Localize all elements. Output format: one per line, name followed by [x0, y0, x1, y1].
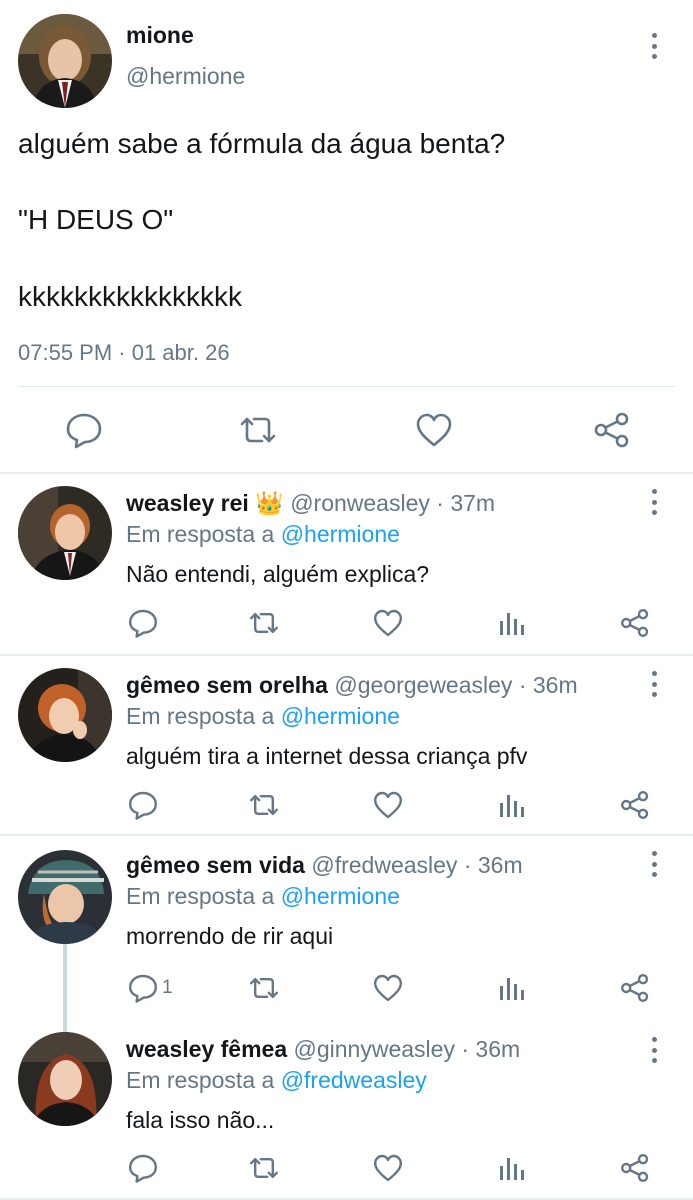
separator-dot: ·: [461, 1036, 470, 1062]
tweet-actions: [0, 400, 693, 464]
reply-text: alguém tira a internet dessa criança pfv: [126, 743, 528, 769]
share-icon[interactable]: [619, 972, 651, 1004]
more-options-icon[interactable]: [649, 671, 659, 697]
mention-link[interactable]: @fredweasley: [281, 1067, 427, 1093]
share-icon[interactable]: [619, 789, 651, 821]
mention-link[interactable]: @hermione: [281, 883, 400, 909]
retweet-icon[interactable]: [248, 972, 280, 1004]
retweet-icon[interactable]: [248, 1152, 280, 1184]
in-reply-label: Em resposta a: [126, 883, 275, 909]
user-handle[interactable]: @fredweasley: [311, 852, 457, 878]
separator-dot: ·: [518, 672, 527, 698]
analytics-icon[interactable]: [497, 789, 529, 821]
main-tweet: mione @hermione alguém sabe a fórmula da…: [0, 0, 693, 474]
reply-time[interactable]: 37m: [450, 490, 495, 516]
in-reply-label: Em resposta a: [126, 1067, 275, 1093]
tweet-text-line: kkkkkkkkkkkkkkkk: [18, 281, 242, 312]
user-handle[interactable]: @ginnyweasley: [294, 1036, 455, 1062]
like-icon[interactable]: [414, 410, 454, 450]
reply-icon[interactable]: [127, 1152, 159, 1184]
reply-icon[interactable]: [64, 410, 104, 450]
share-icon[interactable]: [619, 607, 651, 639]
analytics-icon[interactable]: [497, 1152, 529, 1184]
user-handle[interactable]: @georgeweasley: [334, 672, 512, 698]
retweet-icon[interactable]: [248, 789, 280, 821]
in-reply-label: Em resposta a: [126, 521, 275, 547]
reply-text: morrendo de rir aqui: [126, 923, 334, 949]
reply-icon[interactable]: [127, 972, 159, 1004]
reply-header: weasley rei 👑 @ronweasley · 37m: [126, 490, 495, 517]
tweet-text-line: "H DEUS O": [18, 204, 174, 235]
like-icon[interactable]: [372, 607, 404, 639]
crown-emoji: 👑: [255, 490, 284, 516]
avatar[interactable]: [18, 1032, 112, 1126]
in-reply-label: Em resposta a: [126, 703, 275, 729]
analytics-icon[interactable]: [497, 607, 529, 639]
reply-tweet[interactable]: gêmeo sem orelha @georgeweasley · 36m Em…: [0, 656, 693, 834]
in-reply-to: Em resposta a @fredweasley: [126, 1067, 427, 1094]
separator-dot: ·: [463, 852, 472, 878]
user-handle[interactable]: @ronweasley: [290, 490, 430, 516]
like-icon[interactable]: [372, 972, 404, 1004]
tweet-text-line: alguém sabe a fórmula da água benta?: [18, 128, 506, 159]
share-icon[interactable]: [592, 410, 632, 450]
retweet-icon[interactable]: [238, 410, 278, 450]
in-reply-to: Em resposta a @hermione: [126, 883, 400, 910]
reply-count: 1: [162, 977, 173, 998]
reply-text: fala isso não...: [126, 1107, 275, 1133]
more-options-icon[interactable]: [649, 851, 659, 877]
reply-header: gêmeo sem orelha @georgeweasley · 36m: [126, 672, 578, 699]
in-reply-to: Em resposta a @hermione: [126, 521, 400, 548]
user-handle[interactable]: @hermione: [126, 63, 245, 90]
avatar[interactable]: [18, 850, 112, 944]
more-options-icon[interactable]: [649, 33, 659, 59]
avatar[interactable]: [18, 668, 112, 762]
display-name[interactable]: gêmeo sem vida: [126, 852, 305, 878]
like-icon[interactable]: [372, 1152, 404, 1184]
reply-icon[interactable]: [127, 789, 159, 821]
analytics-icon[interactable]: [497, 972, 529, 1004]
display-name[interactable]: weasley fêmea: [126, 1036, 287, 1062]
reply-tweet[interactable]: gêmeo sem vida @fredweasley · 36m Em res…: [0, 836, 693, 1022]
display-name[interactable]: weasley rei: [126, 490, 249, 516]
avatar[interactable]: [18, 486, 112, 580]
reply-time[interactable]: 36m: [478, 852, 523, 878]
mention-link[interactable]: @hermione: [281, 703, 400, 729]
more-options-icon[interactable]: [649, 1037, 659, 1063]
share-icon[interactable]: [619, 1152, 651, 1184]
in-reply-to: Em resposta a @hermione: [126, 703, 400, 730]
display-name[interactable]: gêmeo sem orelha: [126, 672, 328, 698]
reply-tweet[interactable]: weasley rei 👑 @ronweasley · 37m Em respo…: [0, 474, 693, 654]
mention-link[interactable]: @hermione: [281, 521, 400, 547]
avatar[interactable]: [18, 14, 112, 108]
reply-icon[interactable]: [127, 607, 159, 639]
divider: [18, 386, 675, 387]
reply-time[interactable]: 36m: [533, 672, 578, 698]
retweet-icon[interactable]: [248, 607, 280, 639]
separator-dot: ·: [436, 490, 444, 516]
reply-tweet[interactable]: weasley fêmea @ginnyweasley · 36m Em res…: [0, 1022, 693, 1198]
more-options-icon[interactable]: [649, 489, 659, 515]
tweet-timestamp[interactable]: 07:55 PM · 01 abr. 26: [18, 340, 230, 366]
reply-time[interactable]: 36m: [475, 1036, 520, 1062]
reply-header: weasley fêmea @ginnyweasley · 36m: [126, 1036, 520, 1063]
reply-header: gêmeo sem vida @fredweasley · 36m: [126, 852, 523, 879]
display-name[interactable]: mione: [126, 22, 194, 49]
like-icon[interactable]: [372, 789, 404, 821]
reply-text: Não entendi, alguém explica?: [126, 561, 430, 587]
